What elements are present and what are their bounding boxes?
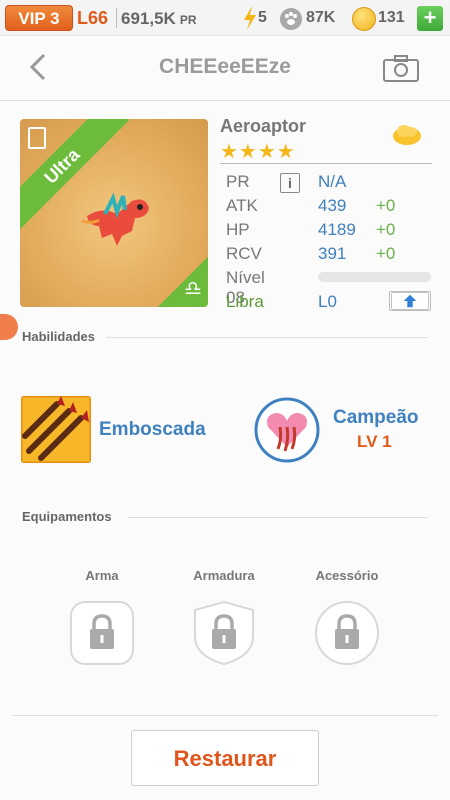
equipment-rule bbox=[128, 517, 428, 518]
stat-value: 439 bbox=[318, 196, 347, 215]
skills-section-title: Habilidades bbox=[22, 329, 95, 344]
page-title: CHEEeeEEze bbox=[159, 55, 291, 78]
upgrade-arrow-icon[interactable] bbox=[389, 291, 431, 311]
stat-label: RCV bbox=[226, 244, 262, 263]
skill-level-champion: LV 1 bbox=[357, 432, 392, 451]
status-divider bbox=[116, 8, 117, 28]
weapon-slot-lock-icon[interactable] bbox=[69, 600, 135, 666]
dragon-portrait-card[interactable]: Ultra ♎ bbox=[20, 119, 208, 307]
side-menu-tab[interactable] bbox=[0, 314, 18, 340]
skill-name-champion: Campeão bbox=[333, 407, 419, 428]
power-unit: PR bbox=[179, 13, 197, 27]
footer-divider bbox=[12, 715, 438, 716]
power-rating: 691,5K PR bbox=[121, 9, 197, 29]
equipment-section-title: Equipamentos bbox=[22, 509, 112, 524]
libra-sign-icon: ♎ bbox=[184, 278, 202, 300]
food-count: 87K bbox=[306, 9, 336, 26]
skill-name-ambush: Emboscada bbox=[99, 419, 206, 440]
ambush-skill-icon[interactable] bbox=[21, 396, 91, 463]
star-rating: ★★★★ bbox=[220, 141, 296, 163]
power-value: 691,5K bbox=[121, 9, 176, 28]
sign-label: Libra bbox=[226, 292, 264, 311]
info-button[interactable]: i bbox=[280, 173, 300, 193]
slot-label-accessory: Acessório bbox=[315, 568, 379, 583]
notes-icon[interactable] bbox=[28, 127, 46, 149]
restore-button[interactable]: Restaurar bbox=[131, 730, 319, 786]
element-cloud-icon bbox=[393, 125, 421, 145]
energy-bolt-icon bbox=[244, 6, 256, 30]
champion-heart-icon[interactable] bbox=[254, 397, 320, 463]
back-chevron-icon[interactable] bbox=[24, 52, 54, 82]
food-paw-icon bbox=[280, 8, 302, 30]
gold-coin-icon bbox=[352, 7, 376, 31]
camera-icon[interactable] bbox=[383, 54, 419, 82]
player-level: L66 bbox=[77, 8, 109, 28]
gold-count: 131 bbox=[378, 9, 405, 26]
add-currency-button[interactable]: + bbox=[417, 6, 443, 31]
armor-slot-lock-icon[interactable] bbox=[191, 600, 257, 666]
stat-label: PR bbox=[226, 172, 250, 191]
level-progress-bar bbox=[318, 272, 431, 282]
energy-count: 5 bbox=[258, 9, 267, 26]
slot-label-armor: Armadura bbox=[193, 568, 255, 583]
header-divider bbox=[0, 100, 450, 101]
dragon-sprite bbox=[81, 192, 149, 246]
stat-bonus: +0 bbox=[376, 196, 396, 215]
stat-bonus: +0 bbox=[376, 244, 396, 263]
vip-badge[interactable]: VIP 3 bbox=[5, 5, 73, 31]
dragon-name: Aeroaptor bbox=[220, 116, 307, 136]
sign-level: L0 bbox=[318, 292, 337, 311]
stat-value: 4189 bbox=[318, 220, 356, 239]
stat-value: 391 bbox=[318, 244, 347, 263]
stat-bonus: +0 bbox=[376, 220, 396, 239]
stat-label: ATK bbox=[226, 196, 258, 215]
stats-divider bbox=[220, 163, 432, 164]
accessory-slot-lock-icon[interactable] bbox=[314, 600, 380, 666]
stat-label: HP bbox=[226, 220, 250, 239]
skills-rule bbox=[106, 337, 428, 338]
stat-value: N/A bbox=[318, 172, 347, 191]
top-status-bar: VIP 3 L66 691,5K PR 5 87K 131 + bbox=[0, 0, 450, 36]
slot-label-weapon: Arma bbox=[85, 568, 119, 583]
